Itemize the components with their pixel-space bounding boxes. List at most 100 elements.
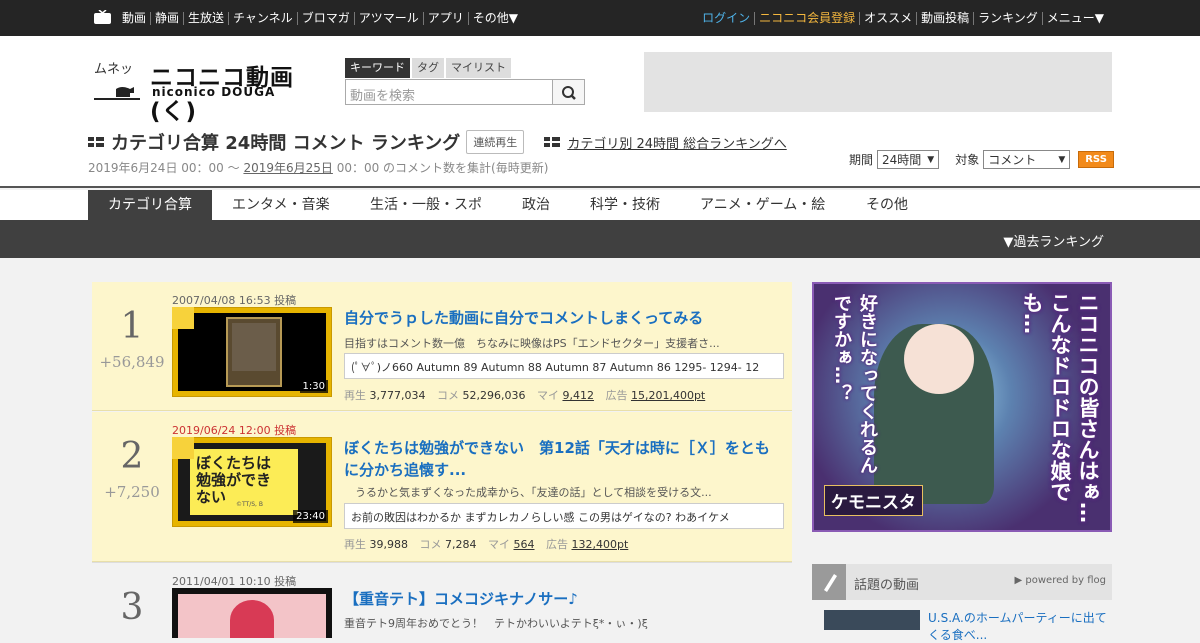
thumbnail-credit: ©TT/S, B [236, 501, 263, 508]
recommend-link[interactable]: オススメ [860, 11, 918, 25]
search-tab-tag[interactable]: タグ [412, 58, 444, 78]
video-length: 23:40 [293, 510, 328, 523]
ads-label: 広告 [546, 538, 568, 551]
overall-ranking-link[interactable]: カテゴリ別 24時間 総合ランキングへ [544, 133, 787, 152]
sidebar-ad-banner[interactable]: ニコニコの皆さんはぁ…こんなドロドロな娘でも… 好きになってくれるんですかぁ…？… [812, 282, 1112, 532]
video-stats: 再生 39,988 コメ 7,284 マイ 564 広告 132,400pt [344, 536, 636, 552]
ranking-item: 1 +56,849 2007/04/08 16:53 投稿 1:30 自分でうｐし… [92, 282, 792, 411]
posted-date: 2007/04/08 16:53 投稿 [172, 294, 297, 307]
ads-points[interactable]: 15,201,400pt [631, 389, 705, 402]
video-thumbnail[interactable] [172, 588, 332, 638]
video-description: うるかと気まずくなった成幸から、「友達の話」として相談を受ける文... [344, 486, 712, 499]
card-art [226, 317, 282, 387]
niconico-tv-icon[interactable] [94, 10, 111, 24]
posted-date: 2019/06/24 12:00 投稿 [172, 424, 297, 437]
login-link[interactable]: ログイン [698, 11, 756, 25]
trending-thumbnail[interactable] [824, 610, 920, 630]
video-thumbnail[interactable]: ぼくたちは勉強ができない ©TT/S, B 23:40 [172, 437, 332, 527]
upload-link[interactable]: 動画投稿 [917, 11, 975, 25]
comments-count: 52,296,036 [462, 389, 526, 402]
nav-app[interactable]: アプリ [424, 11, 469, 25]
thumbnail-title-text: ぼくたちは勉強ができない [196, 454, 272, 506]
tab-life[interactable]: 生活・一般・スポ [370, 190, 482, 220]
posted-date: 2011/04/01 10:10 投稿 [172, 575, 297, 588]
mylist-label: マイ [488, 538, 510, 551]
video-description: 重音テト9周年おめでとう！ テトかわいいよテトξ*・ぃ・)ξ [344, 617, 648, 630]
ad-face [904, 324, 974, 394]
video-title-link[interactable]: 自分でうｐした動画に自分でコメントしまくってみる [344, 307, 784, 329]
register-link[interactable]: ニコニコ会員登録 [755, 11, 861, 25]
tab-all-categories[interactable]: カテゴリ合算 [88, 190, 212, 220]
overall-ranking-label: カテゴリ別 24時間 総合ランキングへ [567, 136, 787, 152]
ranking-link[interactable]: ランキング [974, 11, 1043, 25]
mylist-count[interactable]: 564 [514, 538, 535, 551]
nav-other[interactable]: その他▼ [469, 11, 522, 25]
ranking-grid-icon [544, 136, 561, 148]
video-thumbnail[interactable]: 1:30 [172, 307, 332, 397]
ad-logo: ケモニスタ [824, 485, 923, 516]
search-tab-mylist[interactable]: マイリスト [446, 58, 511, 78]
tab-anime-game[interactable]: アニメ・ゲーム・絵 [700, 190, 825, 220]
logo-sub-text: niconico DOUGA [152, 85, 276, 99]
tab-entertainment[interactable]: エンタメ・音楽 [232, 190, 330, 220]
video-stats: 再生 3,777,034 コメ 52,296,036 マイ 9,412 広告 1… [344, 387, 713, 403]
niconico-douga-logo[interactable]: ムネッ ニコニコ動画(く) niconico DOUGA [94, 58, 334, 125]
menu-link[interactable]: メニュー▼ [1043, 11, 1108, 25]
tab-other[interactable]: その他 [866, 190, 908, 220]
search-icon [562, 86, 576, 100]
page-title: カテゴリ合算 24時間 コメント ランキング [111, 133, 461, 154]
rank-number: 1 [120, 306, 144, 347]
continuous-play-button[interactable]: 連続再生 [466, 130, 525, 154]
trending-title: 話題の動画 [854, 578, 920, 593]
nav-channel[interactable]: チャンネル [229, 11, 298, 25]
dropdown-arrow-icon: ▼ [927, 154, 935, 165]
tab-politics[interactable]: 政治 [522, 190, 550, 220]
ads-points[interactable]: 132,400pt [572, 538, 629, 551]
nav-atsumaru[interactable]: アツマール [355, 11, 424, 25]
tab-science[interactable]: 科学・技術 [590, 190, 660, 220]
logo-top-text: ムネッ [94, 62, 134, 77]
target-label: 対象 [955, 153, 980, 167]
views-count: 3,777,034 [369, 389, 426, 402]
global-nav-bar: 動画 静画 生放送 チャンネル ブロマガ アツマール アプリ その他▼ ログイン… [0, 0, 1200, 36]
search-tab-keyword[interactable]: キーワード [345, 58, 410, 78]
search-type-tabs: キーワード タグ マイリスト [345, 58, 513, 78]
date-suffix: 00：00 のコメント数を集計(毎時更新) [332, 161, 549, 175]
rank-delta: +7,250 [104, 483, 160, 501]
ranking-grid-icon [88, 136, 104, 148]
mylist-count[interactable]: 9,412 [562, 389, 594, 402]
video-description: 目指すはコメント数一億 ちなみに映像はPS「エンドセクター」支援者さ... [344, 337, 720, 350]
category-tabs: カテゴリ合算 エンタメ・音楽 生活・一般・スポ 政治 科学・技術 アニメ・ゲーム… [0, 190, 1200, 220]
latest-comments: お前の敗因はわかるか まずカレカノらしい感 この男はゲイなの? わあイケメ [344, 503, 784, 529]
rank-block: 1 +56,849 [92, 306, 172, 371]
aggregation-period: 2019年6月24日 00：00 ～ 2019年6月25日 00：00 のコメン… [88, 159, 548, 176]
ad-subline: 好きになってくれるんですかぁ…？ [831, 294, 878, 474]
page-header: ムネッ ニコニコ動画(く) niconico DOUGA キーワード タグ マイ… [0, 36, 1200, 188]
video-title-link[interactable]: ぼくたちは勉強ができない 第12話「天才は時に［Ｘ］をともに分かち追懐す... [344, 437, 784, 481]
powered-by-flog[interactable]: ▶ powered by flog [1015, 575, 1106, 586]
trending-video-link[interactable]: U.S.A.のホームパーティーに出てくる食べ... [928, 609, 1108, 643]
date-to-link[interactable]: 2019年6月25日 [243, 161, 332, 175]
thumbnail-character [230, 600, 274, 638]
rank-number: 2 [120, 436, 144, 477]
period-select[interactable]: 24時間 ▼ [877, 150, 940, 169]
comments-label: コメ [419, 538, 442, 551]
nav-video[interactable]: 動画 [118, 11, 152, 25]
target-select[interactable]: コメント ▼ [983, 150, 1071, 169]
nav-blomaga[interactable]: ブロマガ [298, 11, 355, 25]
target-value: コメント [988, 153, 1037, 167]
header-ad-banner[interactable] [644, 52, 1112, 112]
video-title-link[interactable]: 【重音テト】コメコジキナノサー♪ [344, 588, 784, 610]
rss-button[interactable]: RSS [1078, 151, 1114, 168]
search-input[interactable]: 動画を検索 [345, 79, 553, 105]
dropdown-arrow-icon: ▼ [1058, 154, 1066, 165]
nav-live[interactable]: 生放送 [184, 11, 230, 25]
sub-nav-bar: ▼過去ランキング [0, 220, 1200, 258]
nav-seiga[interactable]: 静画 [151, 11, 185, 25]
thumbnail-image [178, 594, 326, 638]
rank-block: 2 +7,250 [92, 436, 172, 501]
past-ranking-toggle[interactable]: ▼過去ランキング [1003, 231, 1104, 250]
global-nav-links: 動画 静画 生放送 チャンネル ブロマガ アツマール アプリ その他▼ [118, 0, 522, 36]
search-button[interactable] [552, 79, 585, 105]
thumbnail-ribbon-icon [172, 307, 194, 329]
